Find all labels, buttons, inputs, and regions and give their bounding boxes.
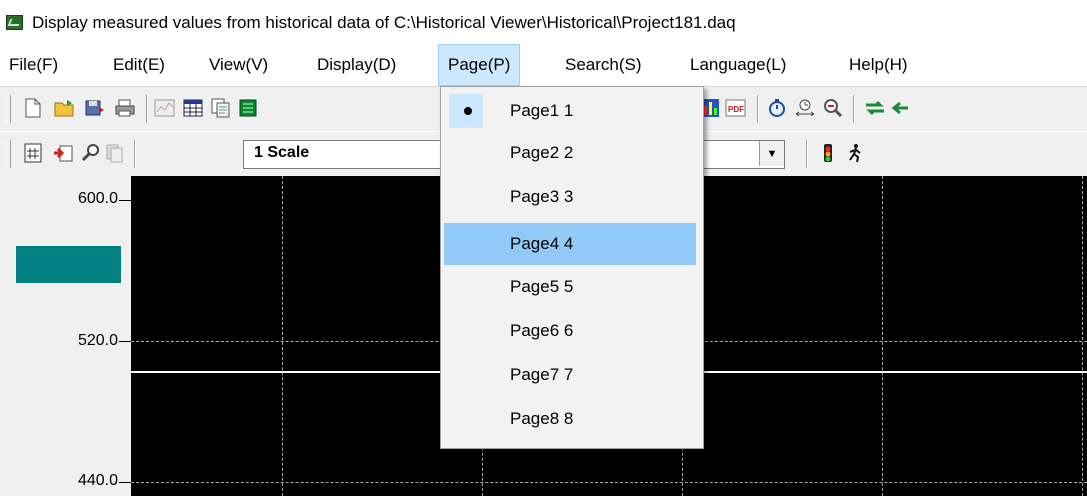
toolbar-grip[interactable]	[6, 140, 11, 168]
toolbar-separator	[806, 140, 808, 168]
radio-bullet-icon	[464, 107, 472, 115]
page-menu-item-6[interactable]: Page6 6	[444, 310, 696, 352]
chart-window-icon	[6, 15, 23, 30]
page-menu-item-label: Page7 7	[510, 365, 574, 384]
page-menu-item-3[interactable]: Page3 3	[444, 176, 696, 218]
menu-help[interactable]: Help(H)	[840, 44, 917, 86]
y-tick-label: 600.0	[77, 190, 118, 207]
y-tick	[119, 341, 131, 342]
menu-display[interactable]: Display(D)	[308, 44, 405, 86]
search-key-icon[interactable]	[80, 142, 102, 164]
page-menu-item-label: Page5 5	[510, 277, 574, 296]
menu-search[interactable]: Search(S)	[556, 44, 651, 86]
grid-line-vertical	[1082, 176, 1083, 496]
page-menu-dropdown: Page1 1 Page2 2 Page3 3 Page4 4 Page5 5 …	[440, 86, 704, 449]
scale-select-value: 1 Scale	[254, 144, 310, 161]
y-tick	[119, 482, 131, 483]
grid-number-icon[interactable]	[22, 142, 44, 164]
toolbar-separator	[757, 95, 759, 123]
menu-language[interactable]: Language(L)	[681, 44, 795, 86]
menu-edit[interactable]: Edit(E)	[104, 44, 174, 86]
traffic-light-icon[interactable]	[817, 142, 839, 164]
page-menu-item-1[interactable]: Page1 1	[444, 90, 696, 132]
page-menu-item-4[interactable]: Page4 4	[444, 223, 696, 265]
menu-view[interactable]: View(V)	[200, 44, 277, 86]
page-menu-item-label: Page6 6	[510, 321, 574, 340]
menu-bar: File(F) Edit(E) View(V) Display(D) Page(…	[0, 44, 1087, 86]
table-view-icon[interactable]	[182, 97, 204, 119]
timer-icon[interactable]	[766, 97, 788, 119]
zoom-search-icon[interactable]	[822, 97, 844, 119]
title-bar: Display measured values from historical …	[0, 0, 1087, 44]
page-menu-item-7[interactable]: Page7 7	[444, 354, 696, 396]
toolbar-separator	[146, 95, 148, 123]
menu-file[interactable]: File(F)	[0, 44, 67, 86]
page-menu-item-2[interactable]: Page2 2	[444, 132, 696, 174]
toolbar-separator	[853, 95, 855, 123]
toolbar-separator	[134, 140, 136, 168]
align-arrows-icon[interactable]	[864, 97, 886, 119]
copy-data-icon[interactable]	[210, 97, 232, 119]
duplicate-icon[interactable]	[104, 142, 126, 164]
print-icon[interactable]	[114, 97, 136, 119]
page-menu-item-label: Page3 3	[510, 187, 574, 206]
y-axis-area: 600.0 520.0 440.0	[0, 176, 131, 496]
svg-text:PDF: PDF	[728, 105, 744, 114]
y-tick	[119, 200, 131, 201]
list-view-icon[interactable]	[237, 97, 259, 119]
page-menu-item-label: Page1 1	[510, 101, 574, 120]
page-menu-item-5[interactable]: Page5 5	[444, 266, 696, 308]
grid-line-horizontal	[131, 482, 1087, 483]
window-title: Display measured values from historical …	[32, 13, 736, 32]
grid-line-vertical	[882, 176, 883, 496]
running-man-icon[interactable]	[844, 142, 866, 164]
save-icon[interactable]	[84, 97, 106, 119]
page-menu-item-8[interactable]: Page8 8	[444, 398, 696, 440]
page-menu-item-label: Page8 8	[510, 409, 574, 428]
pdf-export-icon[interactable]: PDF	[725, 97, 747, 119]
scale-color-bar	[16, 246, 121, 283]
grid-line-vertical	[282, 176, 283, 496]
page-menu-item-label: Page2 2	[510, 143, 574, 162]
page-menu-item-label: Page4 4	[510, 234, 574, 253]
open-folder-icon[interactable]	[54, 97, 76, 119]
menu-page[interactable]: Page(P)	[438, 44, 521, 86]
toolbar-grip[interactable]	[6, 95, 11, 123]
new-file-icon[interactable]	[22, 97, 44, 119]
import-icon[interactable]	[52, 142, 74, 164]
chevron-down-icon[interactable]: ▼	[759, 141, 784, 166]
arrow-left-icon[interactable]	[890, 97, 912, 119]
y-tick-label: 440.0	[77, 472, 118, 489]
time-range-icon[interactable]	[794, 97, 816, 119]
chart-settings-icon[interactable]	[154, 97, 176, 119]
y-tick-label: 520.0	[77, 332, 118, 349]
